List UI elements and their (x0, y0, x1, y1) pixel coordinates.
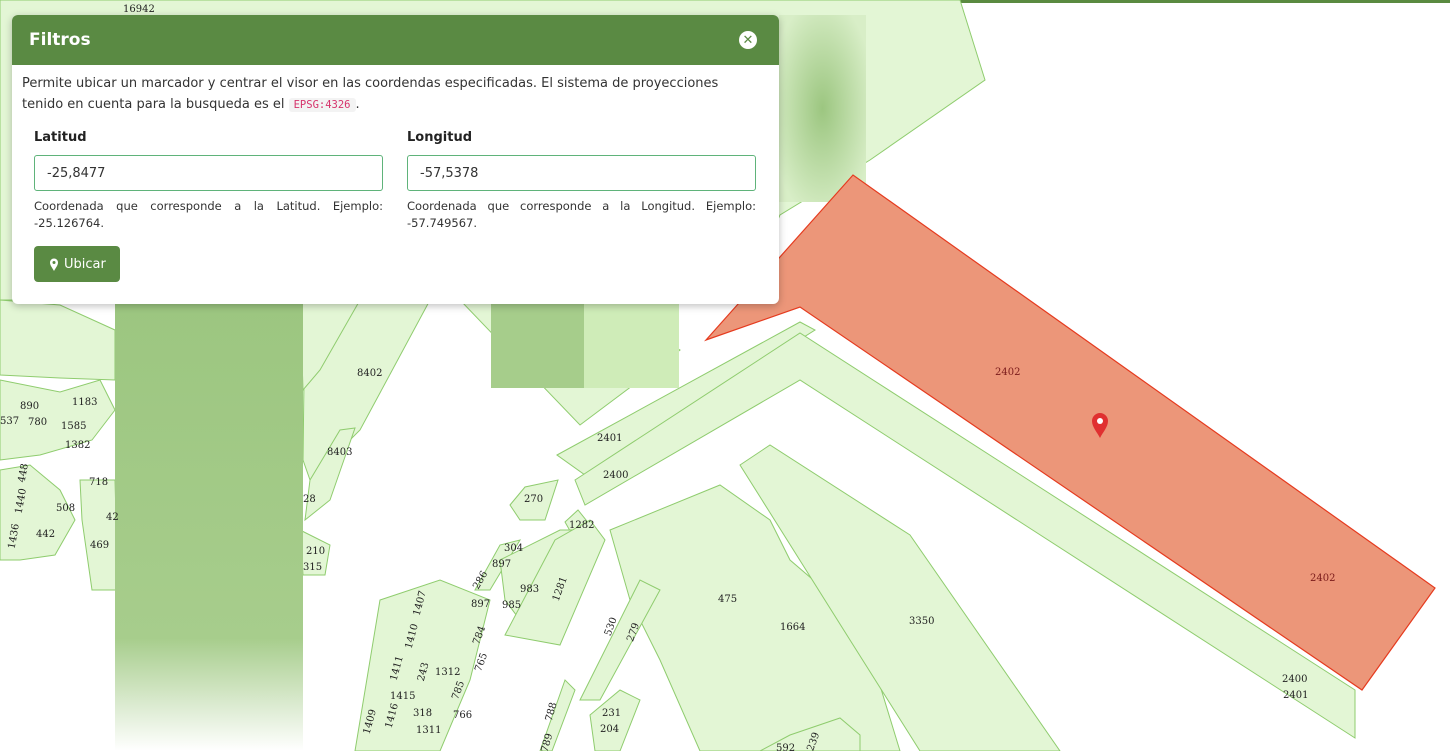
panel-description: Permite ubicar un marcador y centrar el … (22, 73, 757, 116)
parcel-label: 231 (602, 708, 621, 719)
projection-code: EPSG:4326 (288, 98, 356, 112)
parcel-label: 592 (776, 743, 795, 751)
latitude-label: Latitud (34, 130, 87, 145)
parcel-label: 985 (502, 600, 521, 611)
parcel-label: 2402 (995, 367, 1020, 378)
parcel-label: 2400 (603, 470, 628, 481)
locate-button-label: Ubicar (64, 256, 106, 272)
parcel-label: 2401 (597, 433, 622, 444)
imagery-column (115, 300, 303, 751)
parcel-label: 718 (89, 477, 108, 488)
parcel-label: 2400 (1282, 674, 1307, 685)
parcel-label: 16942 (123, 4, 155, 15)
parcel-label: 1312 (435, 667, 460, 678)
parcel-label: 890 (20, 401, 39, 412)
parcel-label: 8403 (327, 447, 352, 458)
parcel-label: 204 (600, 724, 619, 735)
imagery-block (491, 300, 584, 388)
panel-body: Permite ubicar un marcador y centrar el … (12, 65, 779, 282)
latitude-group: Latitud Coordenada que corresponde a la … (34, 130, 383, 232)
parcel-label: 315 (303, 562, 322, 573)
coordinate-fields: Latitud Coordenada que corresponde a la … (22, 130, 757, 232)
parcel-label: 1311 (416, 725, 441, 736)
parcel-label: 1382 (65, 440, 90, 451)
parcel-label: 1585 (61, 421, 86, 432)
parcel-label: 469 (90, 540, 109, 551)
parcel-label: 780 (28, 417, 47, 428)
parcel-label: 28 (303, 494, 316, 505)
description-text: Permite ubicar un marcador y centrar el … (22, 76, 719, 112)
parcel-label: 3350 (909, 616, 934, 627)
locate-button[interactable]: Ubicar (34, 246, 120, 282)
close-icon[interactable]: ✕ (739, 31, 757, 49)
parcel-label: 2401 (1283, 690, 1308, 701)
parcel-label: 442 (36, 529, 55, 540)
panel-title: Filtros (29, 30, 91, 50)
map-marker-icon (50, 258, 58, 271)
latitude-input[interactable] (34, 155, 383, 191)
longitude-group: Longitud Coordenada que corresponde a la… (407, 130, 756, 232)
description-end: . (355, 97, 360, 112)
parcel-label: 270 (524, 494, 543, 505)
parcel-label: 304 (504, 543, 523, 554)
latitude-help: Coordenada que corresponde a la Latitud.… (34, 199, 383, 230)
parcel-label: 983 (520, 584, 539, 595)
longitude-label: Longitud (407, 130, 473, 145)
parcel-label: 210 (306, 546, 325, 557)
filters-panel: Filtros ✕ Permite ubicar un marcador y c… (12, 15, 779, 304)
parcel-label: 1415 (390, 691, 415, 702)
parcel-label: 8402 (357, 368, 382, 379)
parcel-label: 537 (0, 416, 19, 427)
parcel-label: 897 (492, 559, 511, 570)
parcel-label: 1664 (780, 622, 805, 633)
parcel-label: 318 (413, 708, 432, 719)
parcel-label: 897 (471, 599, 490, 610)
parcel-label: 42 (106, 512, 119, 523)
parcel-label: 2402 (1310, 573, 1335, 584)
longitude-help: Coordenada que corresponde a la Longitud… (407, 199, 756, 230)
parcel-label: 1183 (72, 397, 97, 408)
parcel-label: 1282 (569, 520, 594, 531)
parcel-label: 508 (56, 503, 75, 514)
imagery-blob (779, 15, 866, 202)
imagery-block-light (584, 300, 679, 388)
longitude-input[interactable] (407, 155, 756, 191)
panel-header: Filtros ✕ (12, 15, 779, 65)
parcel-label: 766 (453, 710, 472, 721)
parcel-label: 475 (718, 594, 737, 605)
